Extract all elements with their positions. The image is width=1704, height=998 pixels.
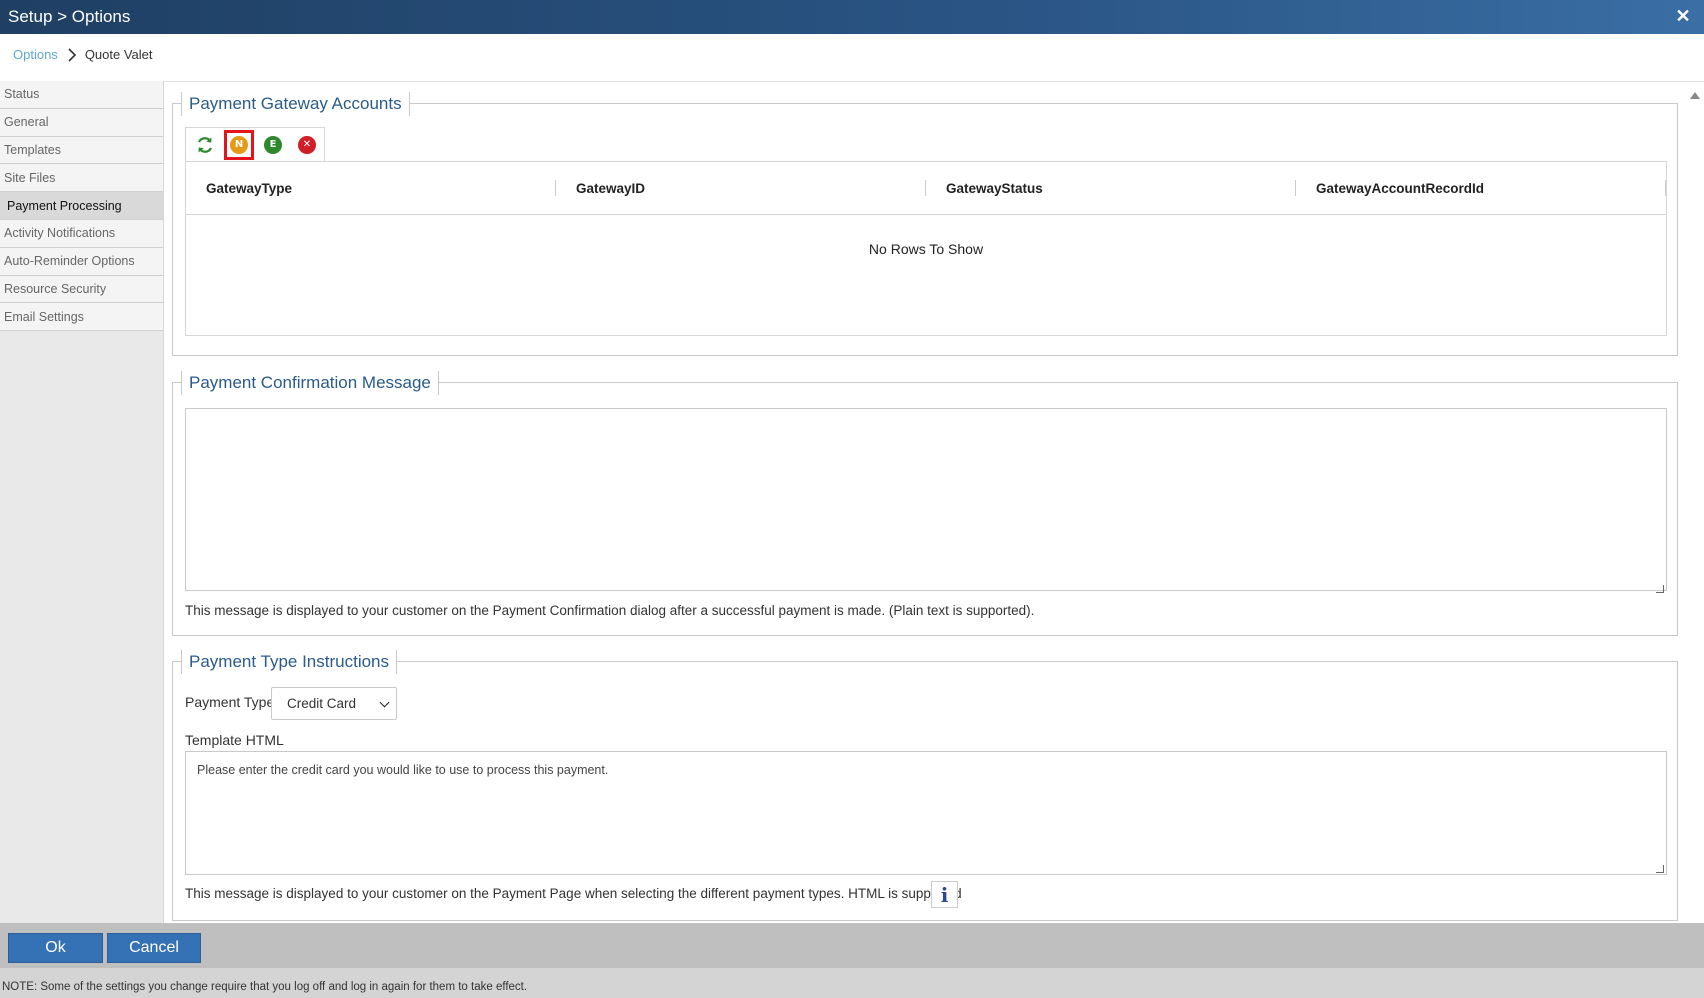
refresh-button[interactable] [192, 132, 218, 158]
delete-icon: ✕ [298, 135, 316, 154]
sidebar-item-templates[interactable]: Templates [0, 136, 163, 165]
sidebar-item-activity-notifications[interactable]: Activity Notifications [0, 219, 163, 248]
cancel-button[interactable]: Cancel [107, 933, 201, 963]
sidebar-item-general[interactable]: General [0, 108, 163, 137]
breadcrumb-current: Quote Valet [84, 47, 153, 62]
sidebar-item-resource-security[interactable]: Resource Security [0, 275, 163, 304]
column-label: GatewayID [576, 180, 646, 196]
column-label: GatewayAccountRecordId [1316, 180, 1485, 196]
footer-note: NOTE: Some of the settings you change re… [0, 968, 1704, 998]
main-content: Payment Gateway Accounts N E ✕ GatewayTy… [164, 82, 1686, 923]
vertical-scrollbar[interactable] [1686, 82, 1704, 940]
window-title-bar: Setup > Options ✕ [0, 0, 1704, 34]
breadcrumb: Options Quote Valet [13, 47, 153, 62]
sidebar-item-site-files[interactable]: Site Files [0, 164, 163, 193]
instructions-help-text: This message is displayed to your custom… [185, 886, 962, 901]
footer-bar [0, 923, 1704, 968]
column-header-gatewayaccountrecordid[interactable]: GatewayAccountRecordId [1296, 162, 1666, 214]
column-header-gatewaytype[interactable]: GatewayType [186, 162, 556, 214]
payment-gateway-accounts-panel: Payment Gateway Accounts N E ✕ GatewayTy… [172, 92, 1678, 356]
template-html-textarea[interactable]: Please enter the credit card you would l… [185, 751, 1667, 875]
panel-title: Payment Confirmation Message [181, 371, 439, 395]
sidebar: Status General Templates Site Files Paym… [0, 81, 164, 923]
payment-type-label: Payment Type [185, 694, 275, 710]
grid-empty-message: No Rows To Show [868, 241, 984, 257]
column-label: GatewayType [206, 180, 293, 196]
resize-handle-icon[interactable] [1656, 585, 1664, 593]
refresh-icon [198, 136, 212, 153]
chevron-down-icon [379, 697, 390, 708]
column-header-gatewayid[interactable]: GatewayID [556, 162, 926, 214]
edit-icon: E [264, 135, 282, 154]
window-title: Setup > Options [8, 7, 131, 26]
resize-handle-icon[interactable] [1656, 865, 1664, 873]
confirmation-help-text: This message is displayed to your custom… [185, 603, 1035, 618]
gateway-accounts-grid: GatewayType GatewayID GatewayStatus Gate… [185, 161, 1667, 336]
sidebar-item-auto-reminder-options[interactable]: Auto-Reminder Options [0, 247, 163, 276]
payment-confirmation-panel: Payment Confirmation Message This messag… [172, 371, 1678, 636]
breadcrumb-options-link[interactable]: Options [13, 47, 58, 62]
delete-button[interactable]: ✕ [294, 132, 320, 158]
column-header-gatewaystatus[interactable]: GatewayStatus [926, 162, 1296, 214]
new-icon: N [230, 135, 248, 154]
gateway-toolbar: N E ✕ [185, 127, 325, 161]
payment-type-value: Credit Card [287, 696, 357, 711]
sidebar-item-status[interactable]: Status [0, 81, 163, 109]
payment-type-instructions-panel: Payment Type Instructions Payment Type C… [172, 650, 1678, 921]
confirmation-message-textarea[interactable] [185, 408, 1667, 591]
edit-button[interactable]: E [260, 132, 286, 158]
close-icon[interactable]: ✕ [1672, 5, 1694, 27]
template-html-label: Template HTML [185, 732, 284, 748]
payment-type-select[interactable]: Credit Card [271, 687, 397, 720]
grid-header: GatewayType GatewayID GatewayStatus Gate… [186, 162, 1666, 215]
new-button[interactable]: N [224, 129, 254, 160]
sidebar-item-payment-processing[interactable]: Payment Processing [0, 192, 163, 220]
scroll-up-icon[interactable] [1690, 92, 1700, 99]
chevron-right-icon [68, 47, 76, 62]
panel-title: Payment Type Instructions [181, 650, 398, 674]
column-label: GatewayStatus [946, 180, 1043, 196]
ok-button[interactable]: Ok [8, 933, 103, 963]
sidebar-item-email-settings[interactable]: Email Settings [0, 303, 163, 332]
info-icon[interactable]: i [931, 881, 958, 908]
panel-title: Payment Gateway Accounts [181, 92, 410, 116]
